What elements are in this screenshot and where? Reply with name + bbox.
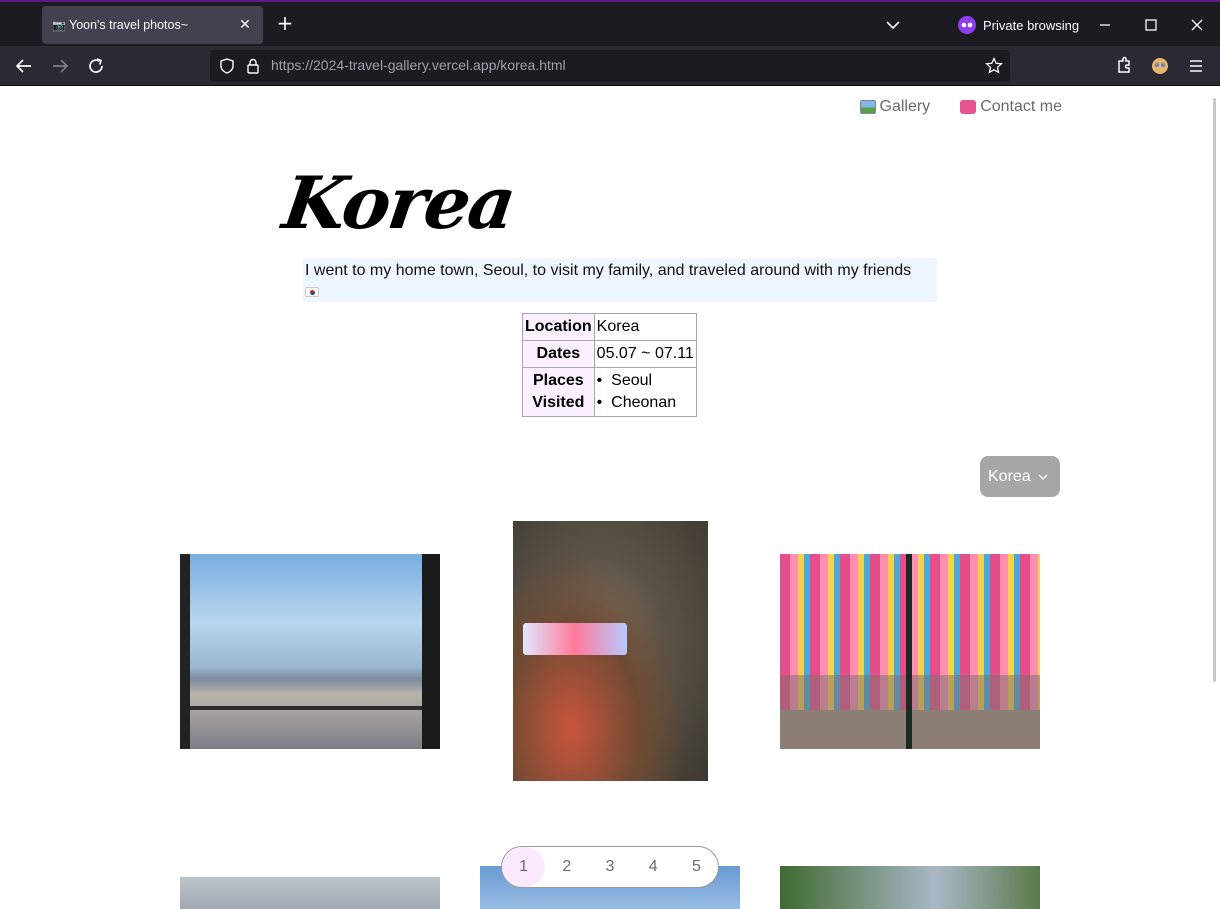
location-label: Location xyxy=(522,313,595,341)
nav-gallery-label: Gallery xyxy=(879,98,931,115)
places-label-line2: Visited xyxy=(532,394,585,411)
maximize-icon[interactable] xyxy=(1140,14,1162,36)
page-button-2[interactable]: 2 xyxy=(545,847,588,887)
place-name: Cheonan xyxy=(611,394,677,411)
places-list: • Seoul • Cheonan xyxy=(593,367,697,417)
pagination: 1 2 3 4 5 xyxy=(501,846,719,888)
close-tab-icon[interactable]: ✕ xyxy=(237,17,253,33)
places-label-line1: Places xyxy=(532,372,584,389)
private-browsing-indicator: Private browsing xyxy=(958,14,1079,36)
nav-gallery-link[interactable]: Gallery xyxy=(859,98,931,116)
extensions-icon[interactable] xyxy=(1112,54,1136,78)
photo-screen-detail xyxy=(523,623,627,655)
url-host: https://2024-travel-gallery.vercel.app xyxy=(271,57,497,73)
place-name: Seoul xyxy=(611,372,653,389)
back-icon[interactable] xyxy=(12,54,36,78)
korea-flag-icon xyxy=(305,286,319,297)
private-mask-icon xyxy=(958,16,976,34)
photo-city-view[interactable] xyxy=(180,554,440,749)
table-row: Places Visited • Seoul • Cheonan xyxy=(522,367,697,417)
photo-apartments[interactable] xyxy=(180,877,440,909)
country-select-value: Korea xyxy=(988,467,1031,485)
browser-nav-bar: https://2024-travel-gallery.vercel.app/k… xyxy=(0,46,1220,86)
places-label: Places Visited xyxy=(522,367,595,417)
address-bar[interactable]: https://2024-travel-gallery.vercel.app/k… xyxy=(210,50,1010,82)
private-browsing-label: Private browsing xyxy=(983,17,1080,33)
page-button-3[interactable]: 3 xyxy=(588,847,631,887)
trip-info-table: Location Korea Dates 05.07 ~ 07.11 Place… xyxy=(522,313,697,417)
country-select[interactable]: Korea xyxy=(980,456,1060,497)
photo-art-installation[interactable] xyxy=(513,521,708,781)
reload-icon[interactable] xyxy=(84,54,108,78)
page-content: Gallery Contact me Korea I went to my ho… xyxy=(0,86,1220,909)
browser-tab-bar: 📷 Yoon's travel photos~ ✕ + Private brow… xyxy=(0,0,1220,46)
chevron-down-icon xyxy=(1038,474,1048,480)
nav-contact-link[interactable]: Contact me xyxy=(960,98,1062,116)
page-button-1[interactable]: 1 xyxy=(502,847,546,887)
page-scrollbar[interactable] xyxy=(1213,98,1216,682)
page-title: Korea xyxy=(278,160,520,245)
table-row: Dates 05.07 ~ 07.11 xyxy=(522,340,697,368)
intro-paragraph: I went to my home town, Seoul, to visit … xyxy=(303,258,937,302)
forward-icon[interactable] xyxy=(48,54,72,78)
photo-lantern-temple[interactable] xyxy=(780,554,1040,749)
dates-label: Dates xyxy=(522,340,595,368)
nav-contact-label: Contact me xyxy=(980,98,1062,115)
page-button-5[interactable]: 5 xyxy=(675,847,718,887)
tracking-protection-icon[interactable] xyxy=(218,57,236,75)
heart-letter-icon xyxy=(960,100,977,114)
account-avatar-icon[interactable] xyxy=(1148,54,1172,78)
photo-trees[interactable] xyxy=(780,866,1040,909)
tab-title: Yoon's travel photos~ xyxy=(69,18,189,32)
table-row: Location Korea xyxy=(522,313,697,341)
location-value: Korea xyxy=(593,313,697,341)
new-tab-button[interactable]: + xyxy=(274,12,296,36)
dates-value: 05.07 ~ 07.11 xyxy=(593,340,697,368)
camera-icon: 📷 xyxy=(52,18,66,32)
minimize-icon[interactable] xyxy=(1094,14,1116,36)
intro-text: I went to my home town, Seoul, to visit … xyxy=(305,262,912,279)
bookmark-star-icon[interactable] xyxy=(984,56,1004,76)
browser-tab[interactable]: 📷 Yoon's travel photos~ ✕ xyxy=(42,6,263,44)
list-item: • Cheonan xyxy=(596,394,677,411)
menu-icon[interactable] xyxy=(1184,54,1208,78)
picture-icon xyxy=(859,100,876,114)
url-path: /korea.html xyxy=(496,57,566,73)
list-item: • Seoul xyxy=(596,372,653,389)
list-all-tabs-icon[interactable] xyxy=(882,14,904,36)
site-nav: Gallery Contact me xyxy=(859,98,1062,116)
url-text[interactable]: https://2024-travel-gallery.vercel.app/k… xyxy=(271,57,566,73)
page-button-4[interactable]: 4 xyxy=(632,847,675,887)
close-window-icon[interactable] xyxy=(1186,14,1208,36)
lock-icon[interactable] xyxy=(244,57,262,75)
